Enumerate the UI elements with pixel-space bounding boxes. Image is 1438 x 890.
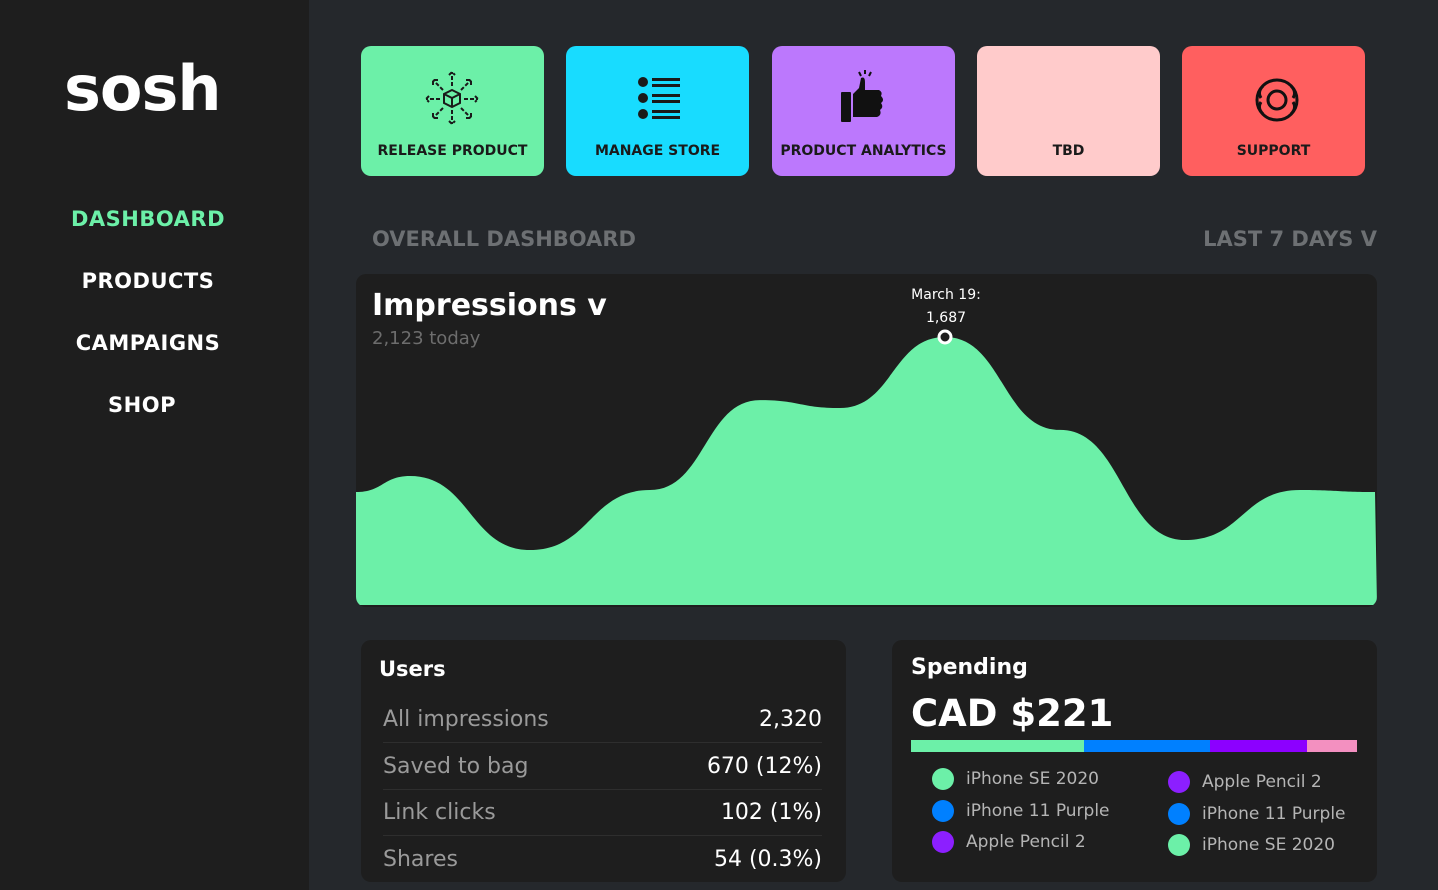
legend-item: Apple Pencil 2 (1168, 771, 1322, 793)
legend-dot (1168, 802, 1190, 825)
sidebar: sosh DASHBOARD PRODUCTS CAMPAIGNS SHOP (0, 0, 309, 890)
row-label: Saved to bag (383, 753, 529, 779)
legend-label: iPhone SE 2020 (966, 769, 1099, 789)
legend-dot (1168, 834, 1190, 856)
nav-shop[interactable]: SHOP (0, 393, 284, 417)
spending-segment (911, 740, 1085, 752)
logo: sosh (64, 52, 222, 125)
legend-label: iPhone SE 2020 (1202, 835, 1335, 855)
legend-item: iPhone SE 2020 (932, 768, 1099, 790)
product-analytics-button[interactable]: PRODUCT ANALYTICS (772, 46, 955, 176)
row-value: 2,320 (759, 707, 822, 732)
impressions-subtitle: 2,123 today (372, 328, 481, 349)
box-expand-icon (424, 70, 480, 126)
card-label: RELEASE PRODUCT (377, 143, 528, 159)
nav-campaigns[interactable]: CAMPAIGNS (0, 331, 296, 355)
legend-dot (932, 831, 954, 853)
card-label: SUPPORT (1236, 143, 1311, 159)
spending-bar (911, 740, 1357, 752)
spending-segment (1210, 740, 1308, 752)
impressions-chart (356, 329, 1377, 605)
row-label: All impressions (383, 707, 549, 732)
nav-dashboard[interactable]: DASHBOARD (0, 207, 296, 231)
manage-store-button[interactable]: MANAGE STORE (566, 46, 749, 176)
card-label: PRODUCT ANALYTICS (780, 143, 947, 159)
legend-dot (932, 799, 954, 822)
support-button[interactable]: SUPPORT (1182, 46, 1365, 176)
spending-segment (1084, 740, 1211, 752)
chart-tooltip: March 19: 1,687 (896, 284, 996, 330)
thumbs-up-icon (841, 70, 883, 122)
legend-dot (1168, 771, 1190, 793)
spending-total: CAD $221 (911, 692, 1114, 735)
legend-label: Apple Pencil 2 (1202, 772, 1322, 792)
tbd-button[interactable]: TBD (977, 46, 1160, 176)
legend-dot (932, 768, 954, 790)
spending-panel: Spending CAD $221 iPhone SE 2020 iPhone 1… (892, 640, 1377, 882)
legend-item: iPhone 11 Purple (1168, 802, 1346, 825)
legend-item: iPhone 11 Purple (932, 799, 1110, 822)
legend-label: iPhone 11 Purple (1202, 803, 1346, 824)
lifebuoy-icon (1255, 78, 1299, 122)
users-row: Saved to bag 670 (12%) (383, 744, 822, 790)
impressions-title[interactable]: Impressions v (372, 288, 607, 323)
nav-products[interactable]: PRODUCTS (0, 269, 296, 293)
users-row: Shares 54 (0.3%) (383, 837, 822, 883)
highlight-point[interactable] (937, 329, 953, 345)
card-label: TBD (1052, 143, 1085, 159)
legend-label: iPhone 11 Purple (966, 800, 1110, 821)
section-title: OVERALL DASHBOARD (372, 227, 636, 251)
row-value: 54 (0.3%) (713, 846, 822, 872)
date-range-select[interactable]: LAST 7 DAYS V (1203, 227, 1377, 251)
spending-title: Spending (911, 655, 1028, 680)
row-label: Link clicks (383, 800, 496, 825)
row-value: 102 (1%) (720, 800, 822, 825)
impressions-panel: Impressions v 2,123 today March 19: 1,68… (356, 274, 1377, 607)
impressions-area (356, 337, 1377, 605)
tooltip-date: March 19: (911, 287, 981, 303)
legend-item: Apple Pencil 2 (932, 831, 1086, 853)
row-value: 670 (12%) (706, 753, 822, 779)
tooltip-value: 1,687 (925, 310, 967, 326)
users-row: Link clicks 102 (1%) (383, 790, 822, 836)
spending-segment (1307, 740, 1357, 752)
legend-label: Apple Pencil 2 (966, 832, 1086, 852)
card-label: MANAGE STORE (594, 143, 721, 159)
users-title: Users (379, 657, 446, 681)
legend-item: iPhone SE 2020 (1168, 834, 1335, 856)
users-row: All impressions 2,320 (383, 697, 822, 743)
list-icon (638, 77, 680, 119)
release-product-button[interactable]: RELEASE PRODUCT (361, 46, 544, 176)
row-label: Shares (383, 846, 458, 872)
users-panel: Users All impressions 2,320 Saved to bag 67… (361, 640, 846, 882)
